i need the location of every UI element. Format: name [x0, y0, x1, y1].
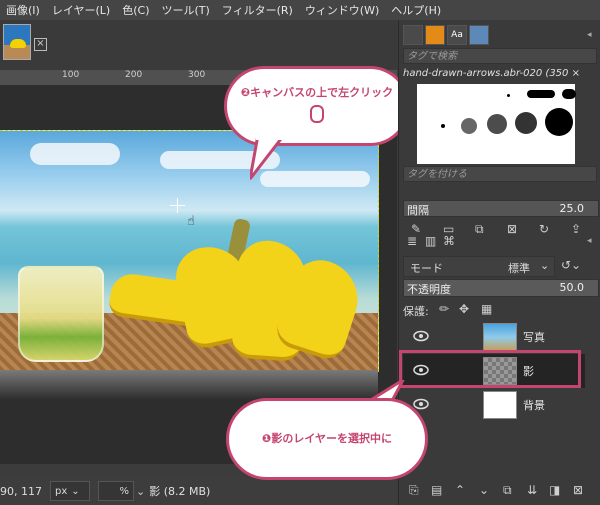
mode-label: モード	[410, 262, 443, 275]
opacity-label: 不透明度	[407, 283, 451, 296]
fonts-tab[interactable]: Aa	[447, 25, 467, 45]
ruler-label: 200	[125, 70, 143, 80]
hand-cursor-icon: ☝	[187, 214, 195, 229]
drop-shadow	[0, 370, 378, 400]
ruler-label: 300	[188, 70, 206, 80]
pointer-coordinates: 90, 117	[0, 484, 42, 498]
brush-tag-add[interactable]: タグを付ける	[403, 166, 597, 182]
mode-reset-icon[interactable]: ↺⌄	[561, 258, 581, 272]
opacity-value: 50.0	[559, 281, 585, 294]
status-message: 影 (8.2 MB)	[149, 485, 211, 498]
unit-value: px	[55, 485, 68, 497]
layer-name: 背景	[523, 399, 545, 412]
menu-layer[interactable]: レイヤー(L)	[46, 2, 116, 18]
chevron-down-icon: ⌄	[71, 485, 80, 497]
zoom-dropdown[interactable]: %	[98, 481, 134, 501]
lock-pixels-icon[interactable]: ✏	[439, 302, 449, 316]
menu-colors[interactable]: 色(C)	[116, 2, 155, 18]
canvas-image[interactable]	[0, 130, 379, 372]
opacity-slider[interactable]: 不透明度 50.0	[403, 279, 599, 297]
layers-tab-icon[interactable]: ≣	[407, 234, 417, 248]
chevron-down-icon[interactable]: ⌄	[136, 485, 145, 498]
menu-help[interactable]: ヘルプ(H)	[385, 2, 447, 18]
spacing-label: 間隔	[407, 204, 429, 217]
patterns-tab[interactable]	[425, 25, 445, 45]
gradients-tab[interactable]	[469, 25, 489, 45]
layer-mode-dropdown[interactable]: モード 標準 ⌄	[403, 256, 555, 277]
merge-layer-icon[interactable]: ⇊	[527, 483, 537, 497]
new-layer-group-icon[interactable]: ▤	[431, 483, 442, 497]
new-layer-icon[interactable]: ⎘	[409, 483, 419, 498]
layer-name: 写真	[523, 331, 545, 344]
zoom-value: %	[119, 485, 129, 497]
callout-step2: ❷キャンバスの上で左クリック	[224, 66, 410, 146]
spacing-value: 25.0	[559, 202, 585, 215]
paths-tab-icon[interactable]: ⌘	[443, 234, 455, 248]
menu-filters[interactable]: フィルター(R)	[216, 2, 299, 18]
unit-dropdown[interactable]: px ⌄	[50, 481, 90, 501]
status-bar: 90, 117 px ⌄ % ⌄ 影 (8.2 MB)	[0, 477, 397, 505]
eye-icon[interactable]	[413, 398, 429, 410]
callout-text: ❶影のレイヤーを選択中に	[262, 432, 392, 445]
raise-layer-icon[interactable]: ⌃	[455, 483, 465, 497]
lock-alpha-icon[interactable]: ▦	[481, 302, 492, 316]
lock-label: 保護:	[403, 305, 429, 318]
menu-image[interactable]: 画像(I)	[0, 2, 46, 18]
brush-grid[interactable]	[417, 84, 576, 164]
callout-text: ❷キャンバスの上で左クリック	[240, 86, 394, 99]
menu-tools[interactable]: ツール(T)	[155, 2, 215, 18]
selected-layer-highlight	[399, 350, 581, 388]
brush-tag-search[interactable]: タグで検索	[403, 48, 597, 64]
open-as-image-icon[interactable]: ⇪	[571, 222, 581, 236]
close-icon[interactable]: ×	[34, 38, 47, 51]
menubar: 画像(I) レイヤー(L) 色(C) ツール(T) フィルター(R) ウィンドウ…	[0, 0, 600, 20]
ruler-label: 100	[62, 70, 80, 80]
lower-layer-icon[interactable]: ⌄	[479, 483, 489, 497]
brush-name: hand-drawn-arrows.abr-020 (350 ×	[403, 68, 580, 79]
delete-layer-icon[interactable]: ⊠	[573, 483, 583, 497]
layer-thumbnail	[483, 323, 517, 351]
layer-row[interactable]: 背景	[403, 388, 585, 422]
image-tab-thumbnail[interactable]	[3, 24, 31, 60]
duplicate-brush-icon[interactable]: ⧉	[475, 222, 484, 237]
channels-tab-icon[interactable]: ▥	[425, 234, 436, 248]
crosshair-cursor-icon	[170, 198, 185, 213]
mouse-icon	[310, 105, 324, 123]
callout-step2-pointer	[250, 135, 286, 180]
mode-value: 標準	[508, 262, 530, 275]
image-tab-bar	[0, 20, 397, 71]
right-dock: Aa ◂ タグで検索 hand-drawn-arrows.abr-020 (35…	[398, 20, 600, 505]
dock-menu-icon[interactable]: ◂	[587, 30, 597, 40]
dock-menu-icon[interactable]: ◂	[587, 236, 597, 246]
menu-windows[interactable]: ウィンドウ(W)	[299, 2, 385, 18]
spacing-slider[interactable]: 間隔 25.0	[403, 200, 599, 217]
delete-brush-icon[interactable]: ⊠	[507, 222, 517, 236]
brushes-tab[interactable]	[403, 25, 423, 45]
duplicate-layer-icon[interactable]: ⧉	[503, 483, 512, 498]
layer-row[interactable]: 写真	[403, 320, 585, 354]
eye-icon[interactable]	[413, 330, 429, 342]
callout-step1: ❶影のレイヤーを選択中に	[226, 398, 428, 480]
layer-mask-icon[interactable]: ◨	[549, 483, 560, 497]
chevron-down-icon: ⌄	[540, 259, 550, 272]
layer-thumbnail	[483, 391, 517, 419]
lock-position-icon[interactable]: ✥	[459, 302, 469, 316]
refresh-icon[interactable]: ↻	[539, 222, 549, 236]
